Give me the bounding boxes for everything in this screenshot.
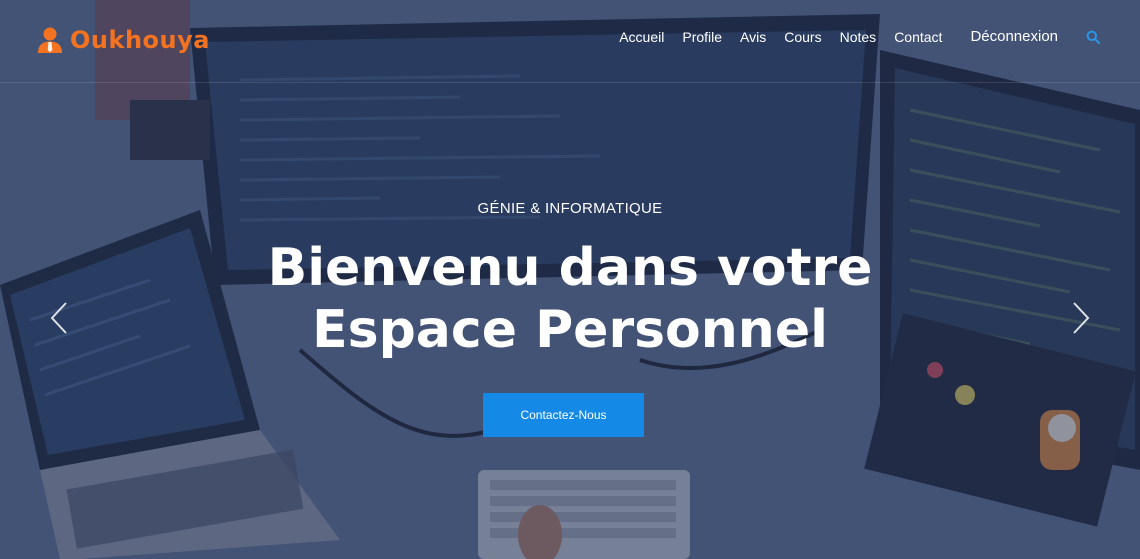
hero-title: Bienvenu dans votre Espace Personnel (0, 237, 1140, 361)
nav-item-cours[interactable]: Cours (784, 29, 821, 45)
chevron-right-icon[interactable] (1070, 300, 1092, 336)
top-navbar: Oukhouya Accueil Profile Avis Cours Note… (0, 0, 1140, 80)
contact-us-button[interactable]: Contactez-Nous (483, 393, 644, 437)
hero-title-line-2: Espace Personnel (312, 300, 828, 360)
hero-title-line-1: Bienvenu dans votre (267, 238, 873, 298)
nav-item-contact[interactable]: Contact (894, 29, 942, 45)
hero-content: GÉNIE & INFORMATIQUE Bienvenu dans votre… (0, 200, 1140, 361)
main-menu: Accueil Profile Avis Cours Notes Contact… (601, 28, 1100, 45)
nav-item-profile[interactable]: Profile (682, 29, 722, 45)
brand-logo[interactable]: Oukhouya (36, 26, 210, 54)
nav-item-avis[interactable]: Avis (740, 29, 766, 45)
logout-link[interactable]: Déconnexion (970, 28, 1058, 45)
search-icon[interactable] (1086, 30, 1100, 44)
hero-kicker: GÉNIE & INFORMATIQUE (477, 200, 663, 217)
hero-section: Oukhouya Accueil Profile Avis Cours Note… (0, 0, 1140, 559)
nav-item-notes[interactable]: Notes (840, 29, 877, 45)
chevron-left-icon[interactable] (48, 300, 70, 336)
brand-name: Oukhouya (70, 26, 210, 54)
navbar-divider (0, 82, 1140, 83)
user-tie-icon (38, 27, 62, 53)
nav-item-accueil[interactable]: Accueil (619, 29, 664, 45)
